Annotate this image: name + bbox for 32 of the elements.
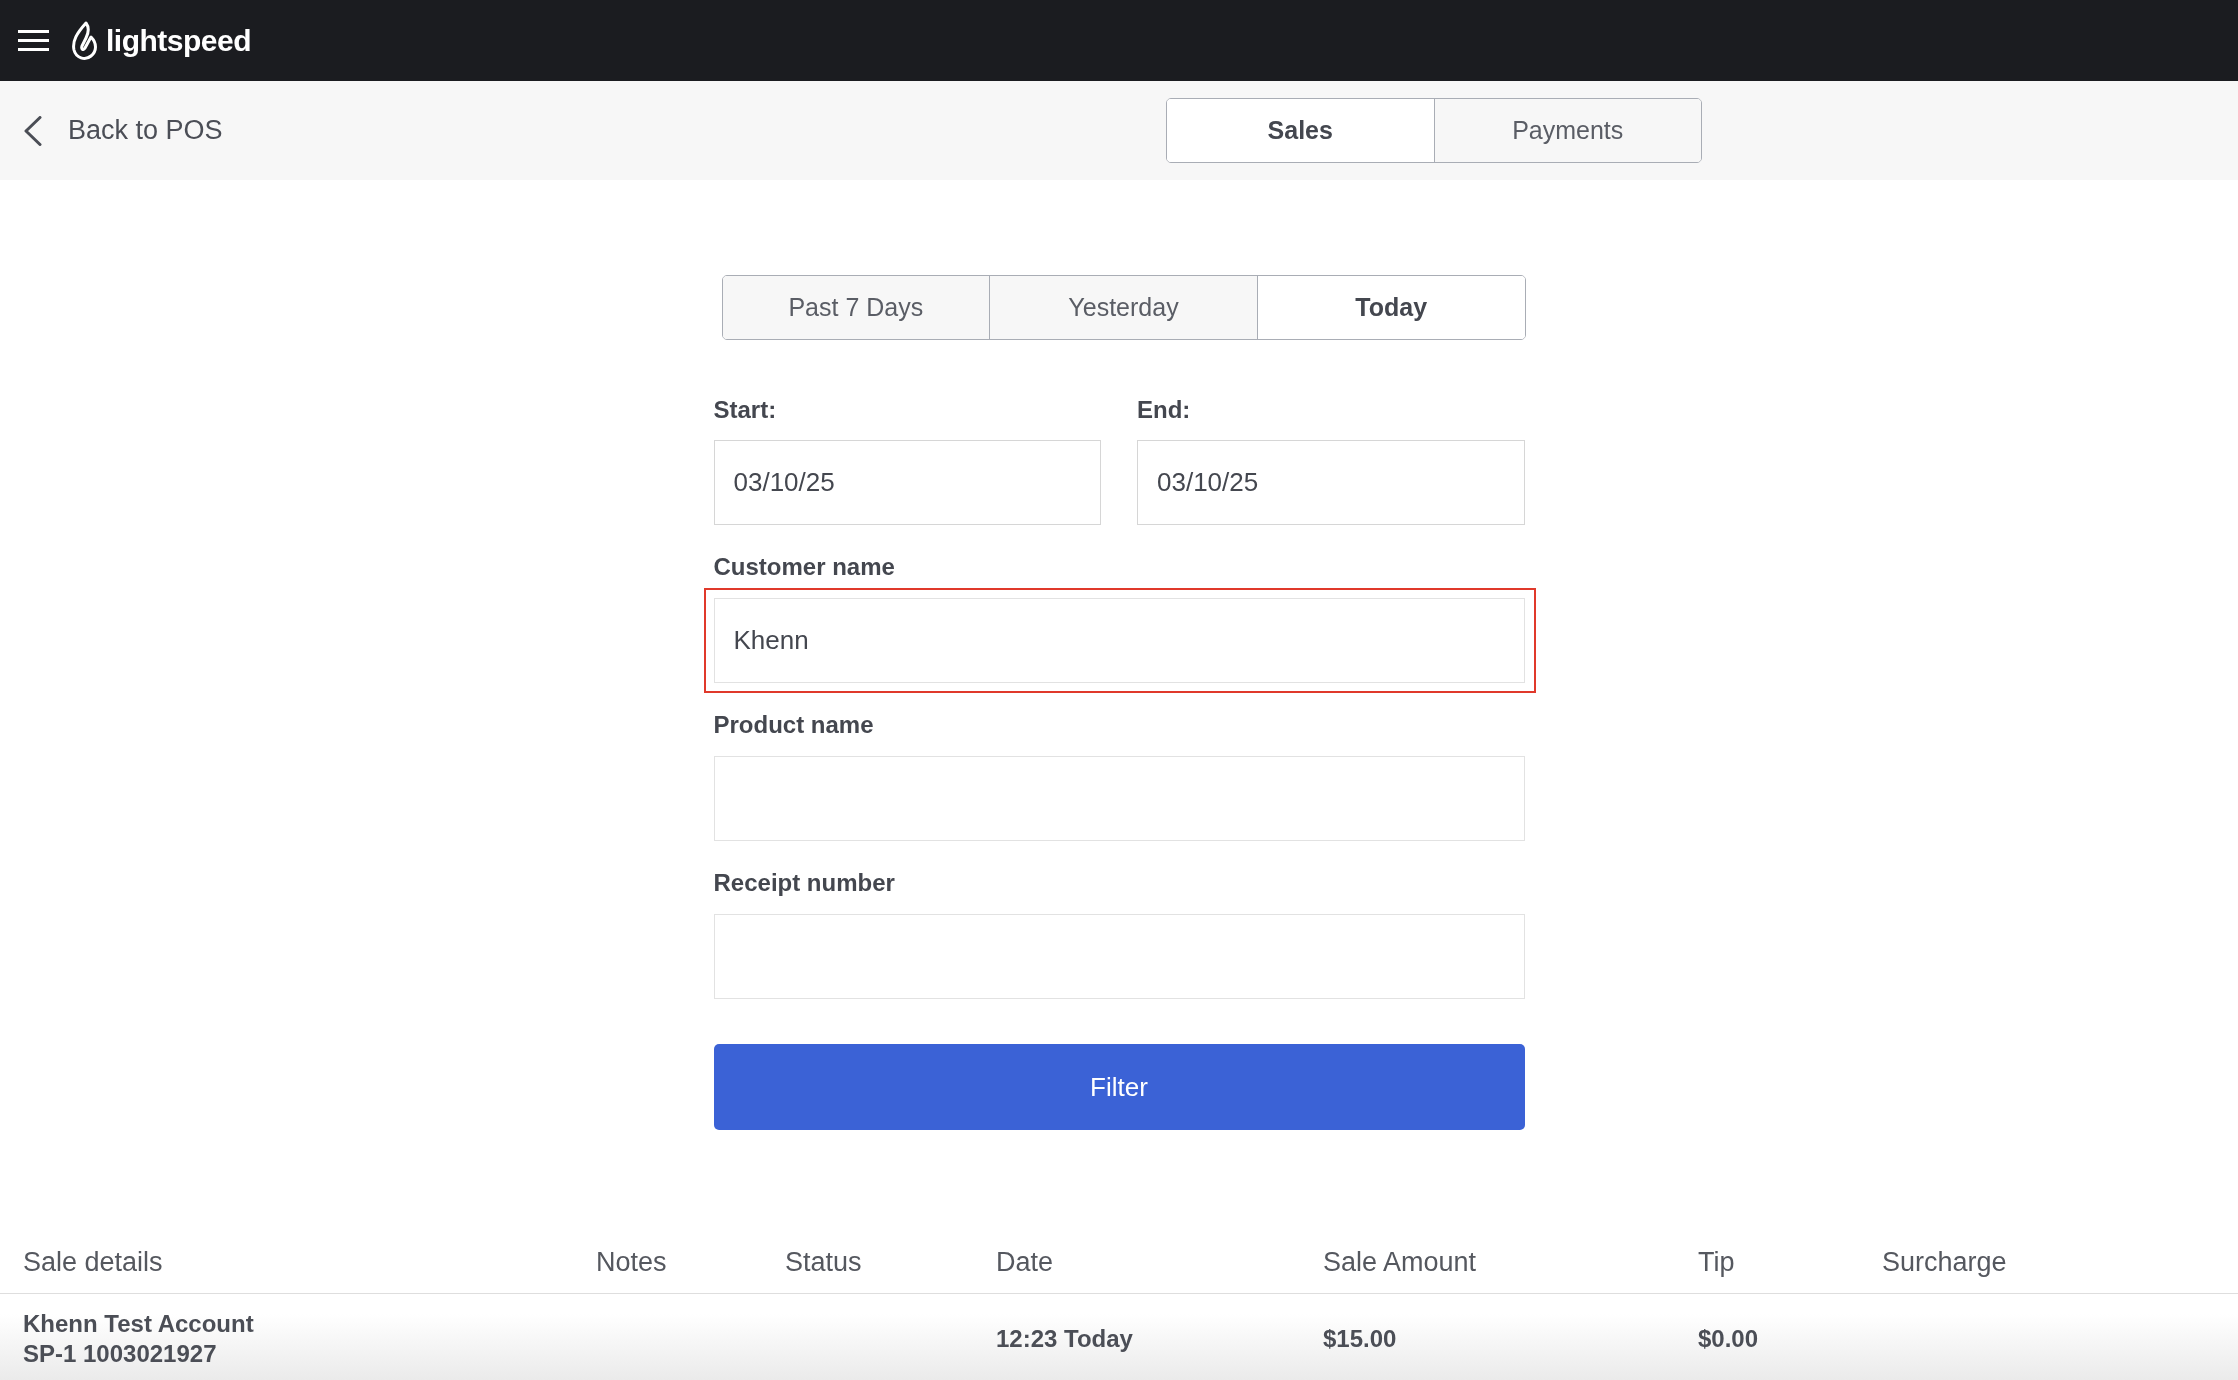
table-cell-text: Khenn Test Account SP-1 1003021927 — [23, 1309, 254, 1369]
table-cell-text: $0.00 — [1698, 1324, 1759, 1354]
table-cell-text: $15.00 — [1323, 1324, 1397, 1354]
menu-icon[interactable] — [18, 30, 49, 51]
date-range-tab[interactable]: Yesterday — [989, 276, 1257, 339]
chevron-left-icon — [23, 115, 42, 146]
column-header: Notes — [596, 1246, 668, 1280]
field-label: Start: — [713, 395, 778, 425]
field-label: Receipt number — [713, 868, 896, 898]
column-header: Date — [996, 1246, 1055, 1280]
field-label: End: — [1137, 395, 1192, 425]
back-link[interactable]: Back to POS — [68, 110, 223, 151]
date-range-tab[interactable]: Past 7 Days — [722, 276, 990, 339]
table-cell-text: 12:23 Today — [996, 1324, 1133, 1354]
field-label: Product name — [713, 710, 875, 740]
text-input[interactable]: Khenn — [713, 598, 1525, 683]
date-input[interactable]: 03/10/25 — [1137, 440, 1525, 525]
flame-logo-icon — [71, 20, 99, 61]
column-header: Sale Amount — [1323, 1246, 1478, 1280]
text-input[interactable] — [713, 914, 1525, 999]
column-header: Status — [785, 1246, 863, 1280]
text-input[interactable] — [713, 756, 1525, 841]
date-input[interactable]: 03/10/25 — [713, 440, 1101, 525]
date-range-tab[interactable]: Today — [1256, 276, 1525, 339]
column-header: Surcharge — [1882, 1246, 2008, 1280]
column-header: Sale details — [23, 1246, 164, 1280]
field-label: Customer name — [713, 552, 896, 582]
filter-button[interactable]: Filter — [713, 1044, 1525, 1130]
logo-text: lightspeed — [106, 25, 251, 56]
column-header: Tip — [1698, 1246, 1736, 1280]
view-tab[interactable]: Sales — [1167, 99, 1434, 162]
view-tab[interactable]: Payments — [1433, 99, 1701, 162]
